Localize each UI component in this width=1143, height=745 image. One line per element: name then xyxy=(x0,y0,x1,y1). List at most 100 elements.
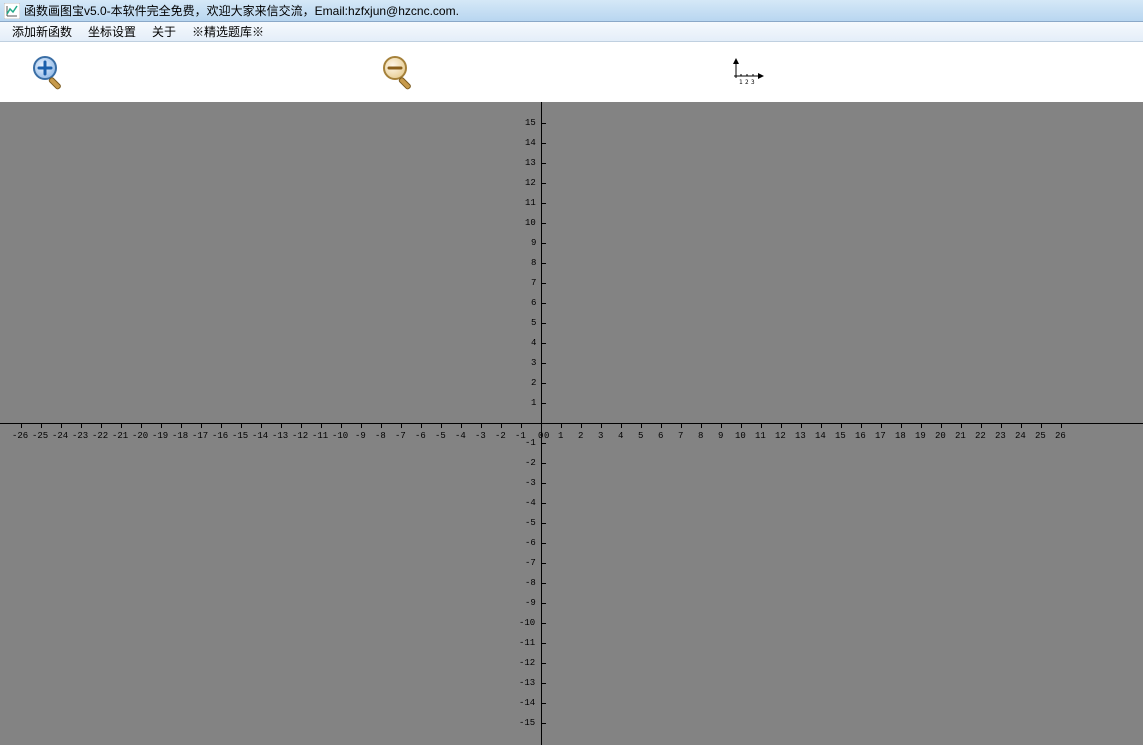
x-tick-label: -8 xyxy=(375,431,386,441)
x-tick xyxy=(81,423,82,428)
x-tick-label: 20 xyxy=(935,431,946,441)
axes-settings-button[interactable]: 1 2 3 xyxy=(730,58,764,86)
x-tick-label: -17 xyxy=(192,431,208,441)
y-tick-label: 6 xyxy=(531,298,536,308)
x-tick xyxy=(181,423,182,428)
origin-label: 0 xyxy=(544,431,549,441)
x-tick xyxy=(521,423,522,428)
y-tick xyxy=(541,183,546,184)
x-tick xyxy=(501,423,502,428)
x-tick-label: 6 xyxy=(658,431,663,441)
graph-canvas[interactable]: -26-25-24-23-22-21-20-19-18-17-16-15-14-… xyxy=(0,102,1143,745)
menu-coord-settings[interactable]: 坐标设置 xyxy=(80,21,144,42)
x-tick xyxy=(381,423,382,428)
x-tick-label: -3 xyxy=(475,431,486,441)
zoom-out-button[interactable] xyxy=(380,54,416,90)
svg-text:1: 1 xyxy=(739,79,743,86)
x-tick xyxy=(741,423,742,428)
x-tick xyxy=(281,423,282,428)
x-tick-label: 10 xyxy=(735,431,746,441)
x-tick-label: -23 xyxy=(72,431,88,441)
y-tick-label: 11 xyxy=(525,198,536,208)
menubar: 添加新函数 坐标设置 关于 ※精选题库※ xyxy=(0,22,1143,42)
x-tick xyxy=(761,423,762,428)
x-tick-label: -19 xyxy=(152,431,168,441)
x-tick xyxy=(321,423,322,428)
x-tick-label: 5 xyxy=(638,431,643,441)
x-tick-label: -15 xyxy=(232,431,248,441)
y-tick xyxy=(541,383,546,384)
y-tick-label: -4 xyxy=(525,498,536,508)
x-tick-label: 0 xyxy=(538,431,543,441)
y-tick-label: -3 xyxy=(525,478,536,488)
menu-add-function[interactable]: 添加新函数 xyxy=(4,21,80,42)
x-tick-label: 25 xyxy=(1035,431,1046,441)
x-tick xyxy=(341,423,342,428)
x-tick-label: 19 xyxy=(915,431,926,441)
x-tick-label: -2 xyxy=(495,431,506,441)
x-tick-label: -5 xyxy=(435,431,446,441)
x-tick xyxy=(161,423,162,428)
menu-about[interactable]: 关于 xyxy=(144,21,184,42)
y-tick-label: -5 xyxy=(525,518,536,528)
y-tick xyxy=(541,263,546,264)
x-tick xyxy=(21,423,22,428)
y-tick-label: 14 xyxy=(525,138,536,148)
x-tick xyxy=(921,423,922,428)
y-tick-label: -8 xyxy=(525,578,536,588)
menu-question-bank[interactable]: ※精选题库※ xyxy=(184,21,272,42)
x-tick-label: 4 xyxy=(618,431,623,441)
y-tick xyxy=(541,503,546,504)
x-tick xyxy=(1041,423,1042,428)
y-tick xyxy=(541,303,546,304)
x-tick-label: -22 xyxy=(92,431,108,441)
y-tick xyxy=(541,703,546,704)
x-tick xyxy=(841,423,842,428)
x-tick xyxy=(701,423,702,428)
svg-text:2: 2 xyxy=(745,79,749,86)
x-tick xyxy=(61,423,62,428)
toolbar: 1 2 3 xyxy=(0,42,1143,102)
x-tick xyxy=(141,423,142,428)
y-tick-label: 3 xyxy=(531,358,536,368)
titlebar: 函数画图宝v5.0-本软件完全免费，欢迎大家来信交流，Email:hzfxjun… xyxy=(0,0,1143,22)
x-tick xyxy=(1061,423,1062,428)
x-tick-label: -14 xyxy=(252,431,268,441)
zoom-in-button[interactable] xyxy=(30,54,66,90)
y-tick-label: -15 xyxy=(519,718,535,728)
x-tick-label: 21 xyxy=(955,431,966,441)
y-tick-label: -9 xyxy=(525,598,536,608)
y-tick xyxy=(541,543,546,544)
x-tick-label: 16 xyxy=(855,431,866,441)
x-tick-label: 9 xyxy=(718,431,723,441)
app-icon xyxy=(4,3,20,19)
y-tick xyxy=(541,723,546,724)
x-tick xyxy=(1001,423,1002,428)
y-tick xyxy=(541,583,546,584)
x-tick xyxy=(721,423,722,428)
x-tick-label: 18 xyxy=(895,431,906,441)
y-tick xyxy=(541,143,546,144)
x-tick-label: 15 xyxy=(835,431,846,441)
y-tick xyxy=(541,163,546,164)
y-tick-label: 13 xyxy=(525,158,536,168)
y-tick-label: -11 xyxy=(519,638,535,648)
y-tick xyxy=(541,283,546,284)
y-tick-label: -1 xyxy=(525,438,536,448)
y-tick xyxy=(541,343,546,344)
x-tick-label: -26 xyxy=(12,431,28,441)
y-tick xyxy=(541,203,546,204)
x-tick xyxy=(941,423,942,428)
y-tick-label: 15 xyxy=(525,118,536,128)
y-tick xyxy=(541,523,546,524)
y-tick xyxy=(541,123,546,124)
x-tick-label: 14 xyxy=(815,431,826,441)
x-tick xyxy=(301,423,302,428)
y-tick-label: 4 xyxy=(531,338,536,348)
y-tick-label: -7 xyxy=(525,558,536,568)
x-tick xyxy=(621,423,622,428)
x-tick xyxy=(221,423,222,428)
y-tick xyxy=(541,643,546,644)
y-tick-label: 1 xyxy=(531,398,536,408)
y-tick xyxy=(541,403,546,404)
